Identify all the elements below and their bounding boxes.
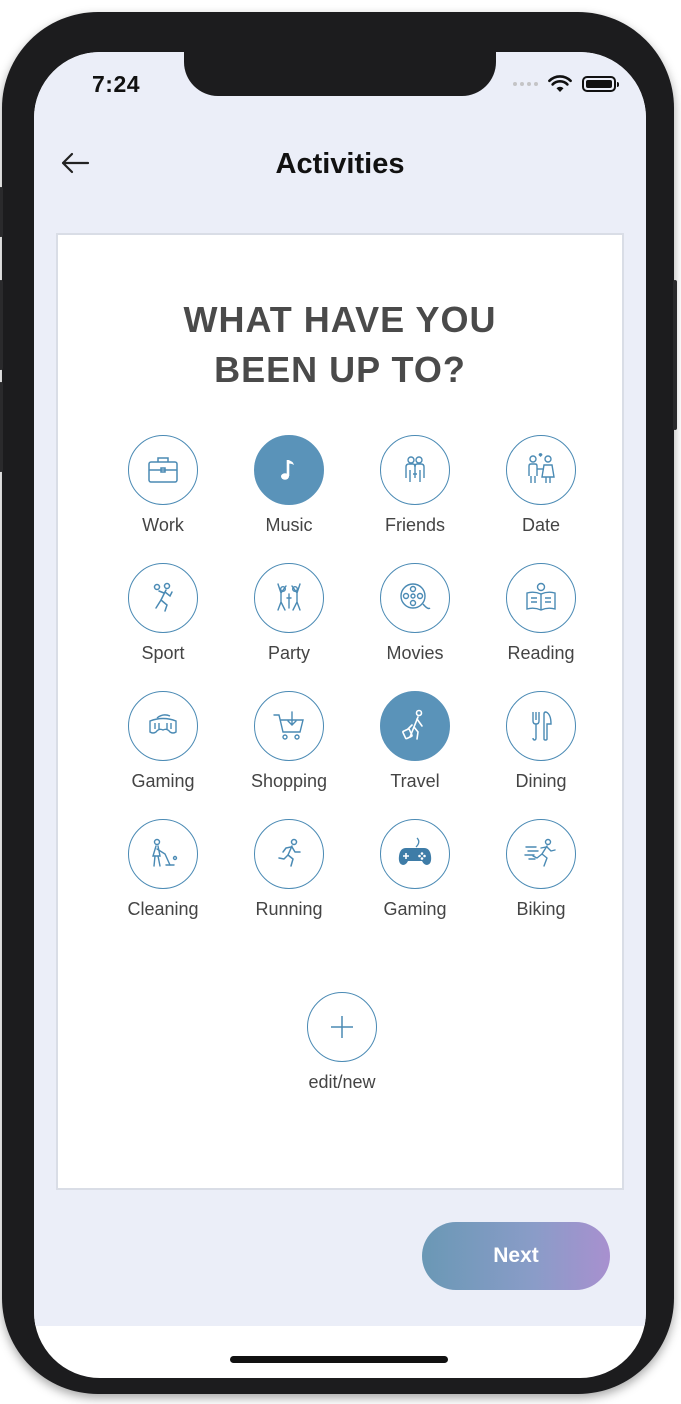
friends-icon (405, 456, 425, 482)
page-title: Activities (275, 148, 405, 180)
activity-icon-circle (380, 435, 450, 505)
activity-label: Gaming (383, 899, 447, 919)
party-dancers-icon (277, 583, 301, 611)
activity-label: Reading (507, 643, 575, 663)
activity-icon-circle (380, 691, 450, 761)
activity-icon-circle (380, 819, 450, 889)
activity-biking[interactable]: Biking (478, 819, 604, 920)
screen: 7:24 Activities WHAT HAVE YOU BEEN UP TO… (34, 52, 646, 1378)
activity-travel[interactable]: Travel (352, 691, 478, 792)
activity-gaming[interactable]: Gaming (100, 691, 226, 792)
activity-label: Date (521, 515, 561, 535)
reading-icon (526, 582, 556, 611)
status-time: 7:24 (92, 71, 141, 97)
add-activity-button[interactable]: edit/new (306, 992, 378, 1093)
question-line-2: BEEN UP TO? (214, 349, 466, 390)
gamepad-icon (398, 837, 432, 865)
device-frame: 7:24 Activities WHAT HAVE YOU BEEN UP TO… (0, 12, 677, 1394)
activity-icon-circle (128, 435, 198, 505)
activity-icon-circle (506, 691, 576, 761)
activity-party[interactable]: Party (226, 563, 352, 664)
traveler-luggage-icon (402, 709, 423, 740)
next-button[interactable]: Next (422, 1222, 610, 1290)
activity-label: Cleaning (127, 899, 199, 919)
music-note-icon (281, 460, 294, 480)
activity-cleaning[interactable]: Cleaning (100, 819, 226, 920)
activity-label: Party (267, 643, 310, 663)
add-icon-circle (307, 992, 377, 1062)
briefcase-icon (148, 457, 178, 483)
volume-down-button (0, 382, 3, 472)
fork-knife-icon (532, 711, 552, 741)
activity-running[interactable]: Running (226, 819, 352, 920)
activity-icon-circle (506, 435, 576, 505)
add-activity-label: edit/new (308, 1072, 376, 1092)
activity-friends[interactable]: Friends (352, 435, 478, 536)
handball-icon (153, 582, 173, 612)
question-heading: WHAT HAVE YOU BEEN UP TO? (58, 295, 622, 395)
activity-date[interactable]: Date (478, 435, 604, 536)
activity-movies[interactable]: Movies (352, 563, 478, 664)
activity-label: Sport (141, 643, 185, 663)
question-line-1: WHAT HAVE YOU (183, 299, 497, 340)
activity-reading[interactable]: Reading (478, 563, 604, 664)
activity-icon-circle (254, 563, 324, 633)
runner-icon (278, 838, 301, 867)
cellular-signal-icon (513, 82, 538, 86)
silent-switch (0, 187, 3, 237)
activity-icon-circle (128, 691, 198, 761)
activity-icon-circle (506, 563, 576, 633)
activity-label: Travel (390, 771, 440, 791)
activity-grid: Work Music Friends Date Sport Party Movi… (100, 435, 604, 920)
activities-card: WHAT HAVE YOU BEEN UP TO? Work Music Fri… (56, 233, 624, 1190)
power-button (673, 280, 677, 430)
battery-icon (582, 76, 619, 92)
activity-icon-circle (380, 563, 450, 633)
activity-sport[interactable]: Sport (100, 563, 226, 664)
cleaning-broom-icon (152, 838, 178, 867)
activity-shopping[interactable]: Shopping (226, 691, 352, 792)
activity-label: Friends (384, 515, 446, 535)
activity-work[interactable]: Work (100, 435, 226, 536)
activity-icon-circle (254, 691, 324, 761)
volume-up-button (0, 280, 3, 370)
date-couple-icon (528, 453, 555, 483)
activity-label: Gaming (131, 771, 195, 791)
activity-label: Dining (515, 771, 567, 791)
activity-label: Shopping (250, 771, 328, 791)
vr-headset-icon (149, 714, 177, 734)
activity-label: Music (265, 515, 313, 535)
notch (184, 52, 496, 96)
film-reel-icon (400, 583, 431, 610)
home-indicator[interactable] (230, 1356, 448, 1363)
activity-icon-circle (128, 819, 198, 889)
activity-icon-circle (254, 435, 324, 505)
plus-icon (331, 1016, 353, 1038)
activity-music[interactable]: Music (226, 435, 352, 536)
wifi-icon (548, 75, 572, 92)
shopping-cart-icon (273, 711, 304, 740)
speed-runner-icon (524, 838, 556, 867)
activity-icon-circle (506, 819, 576, 889)
activity-gaming-gamepad[interactable]: Gaming (352, 819, 478, 920)
activity-label: Movies (386, 643, 444, 663)
header: Activities (34, 140, 646, 188)
activity-dining[interactable]: Dining (478, 691, 604, 792)
activity-label: Running (255, 899, 323, 919)
activity-label: Work (142, 515, 184, 535)
activity-label: Biking (516, 899, 566, 919)
activity-icon-circle (254, 819, 324, 889)
status-icons (513, 74, 619, 94)
activity-icon-circle (128, 563, 198, 633)
